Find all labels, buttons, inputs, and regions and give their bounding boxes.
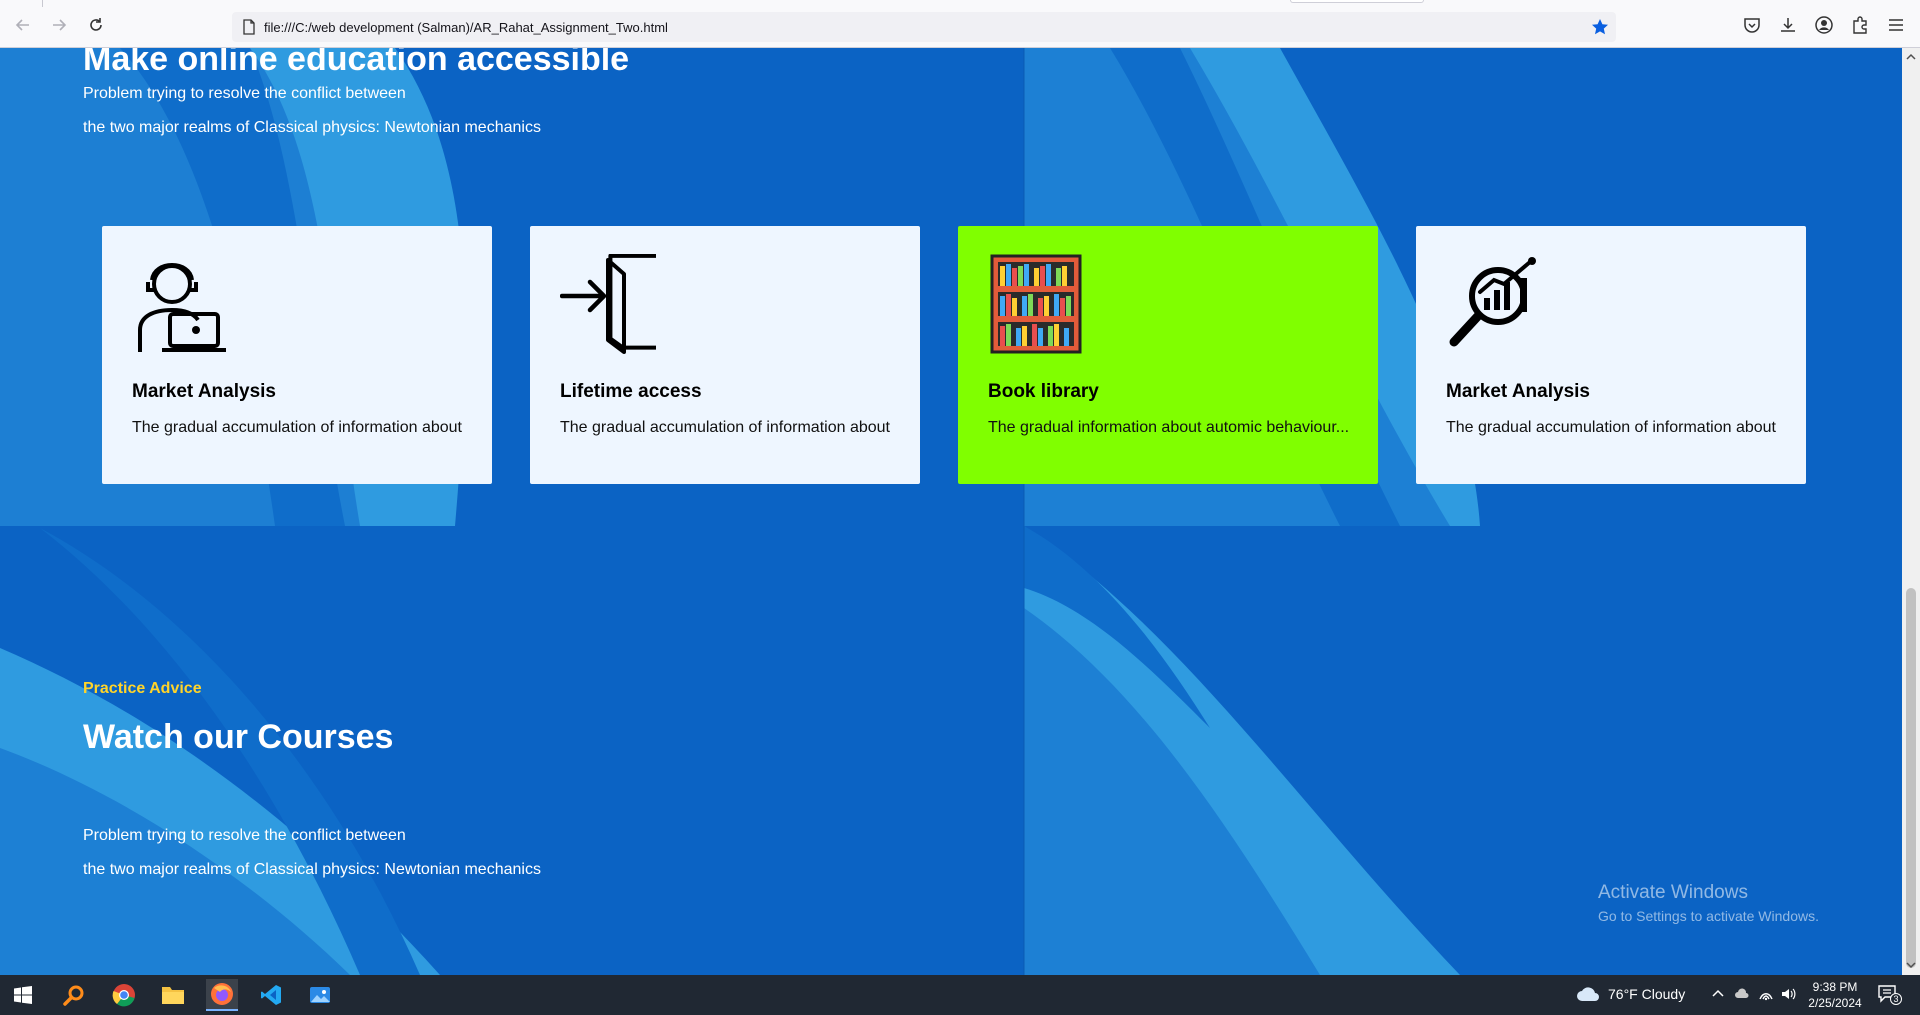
card-title: Book library xyxy=(988,381,1099,402)
windows-taskbar: 76°F Cloudy 9:38 PM 2/25/2024 3 xyxy=(0,975,1920,1015)
back-button[interactable] xyxy=(12,14,34,36)
card-text: The gradual accumulation of information … xyxy=(560,419,890,436)
page-icon xyxy=(243,19,255,35)
weather-widget[interactable]: 76°F Cloudy xyxy=(1608,986,1685,1002)
scroll-down-icon[interactable] xyxy=(1906,960,1916,970)
feature-card-lifetime-access[interactable]: Lifetime access The gradual accumulation… xyxy=(530,226,920,484)
clock-time: 9:38 PM xyxy=(1812,980,1858,994)
browser-toolbar: file:///C:/web development (Salman)/AR_R… xyxy=(0,0,1920,48)
card-title: Market Analysis xyxy=(1446,381,1590,402)
windows-logo-icon xyxy=(14,986,32,1004)
hero-text-line-2: the two major realms of Classical physic… xyxy=(83,119,541,136)
taskbar-photos[interactable] xyxy=(304,979,336,1011)
url-bar[interactable]: file:///C:/web development (Salman)/AR_R… xyxy=(232,12,1616,42)
menu-icon[interactable] xyxy=(1886,15,1906,35)
photos-icon xyxy=(310,987,330,1003)
page-viewport: Make online education accessible Problem… xyxy=(0,48,1902,975)
chevron-up-icon[interactable] xyxy=(1710,986,1726,1002)
taskbar-search[interactable] xyxy=(58,979,90,1011)
reload-button[interactable] xyxy=(85,14,107,36)
section-title: Watch our Courses xyxy=(83,718,394,756)
onedrive-icon[interactable] xyxy=(1734,986,1750,1002)
vertical-scrollbar[interactable] xyxy=(1902,48,1920,975)
courses-text-line-1: Problem trying to resolve the conflict b… xyxy=(83,827,406,844)
scroll-up-icon[interactable] xyxy=(1906,52,1916,62)
download-icon[interactable] xyxy=(1778,15,1798,35)
watermark-subtitle: Go to Settings to activate Windows. xyxy=(1598,908,1819,924)
system-clock[interactable]: 9:38 PM 2/25/2024 xyxy=(1808,979,1862,1011)
hero-title: Make online education accessible xyxy=(83,48,630,78)
door-enter-icon xyxy=(560,254,656,354)
clock-date: 2/25/2024 xyxy=(1808,996,1862,1010)
firefox-icon xyxy=(211,983,233,1005)
account-icon[interactable] xyxy=(1814,15,1834,35)
search-icon xyxy=(63,985,84,1006)
notification-center-button[interactable]: 3 xyxy=(1878,985,1902,1005)
person-laptop-icon xyxy=(138,263,226,352)
taskbar-vscode[interactable] xyxy=(255,979,287,1011)
scrollbar-thumb[interactable] xyxy=(1906,588,1916,968)
browser-tab[interactable] xyxy=(1290,0,1424,3)
vscode-icon xyxy=(261,985,281,1005)
card-text: The gradual accumulation of information … xyxy=(132,419,462,436)
watermark-title: Activate Windows xyxy=(1598,882,1748,903)
tab-divider xyxy=(42,0,43,7)
feature-card-market-analysis[interactable]: Market Analysis The gradual accumulation… xyxy=(102,226,492,484)
forward-button[interactable] xyxy=(48,14,70,36)
wifi-icon[interactable] xyxy=(1758,986,1774,1002)
card-text: The gradual accumulation of information … xyxy=(1446,419,1776,436)
cloud-icon xyxy=(1577,987,1599,1001)
bookmark-star-icon[interactable] xyxy=(1590,17,1610,37)
magnifier-chart-icon xyxy=(1449,257,1536,347)
extensions-icon[interactable] xyxy=(1850,15,1870,35)
card-title: Lifetime access xyxy=(560,381,702,402)
section-kicker: Practice Advice xyxy=(83,680,202,697)
feature-card-market-analysis-2[interactable]: Market Analysis The gradual accumulation… xyxy=(1416,226,1806,484)
volume-icon[interactable] xyxy=(1780,986,1796,1002)
arrow-right-icon xyxy=(53,19,67,31)
reload-icon xyxy=(90,18,102,31)
feature-card-book-library[interactable]: Book library The gradual information abo… xyxy=(958,226,1378,484)
url-text[interactable]: file:///C:/web development (Salman)/AR_R… xyxy=(264,20,668,35)
start-button[interactable] xyxy=(7,979,39,1011)
bookshelf-icon xyxy=(990,254,1082,354)
taskbar-file-explorer[interactable] xyxy=(157,979,189,1011)
pocket-icon[interactable] xyxy=(1742,15,1762,35)
card-title: Market Analysis xyxy=(132,381,276,402)
activate-windows-watermark: Activate Windows Go to Settings to activ… xyxy=(1598,882,1819,924)
card-text: The gradual information about automic be… xyxy=(988,419,1350,436)
folder-icon xyxy=(162,987,184,1004)
notification-count: 3 xyxy=(1890,993,1902,1005)
taskbar-chrome[interactable] xyxy=(108,979,140,1011)
arrow-left-icon xyxy=(15,19,29,31)
courses-text-line-2: the two major realms of Classical physic… xyxy=(83,861,541,878)
chrome-icon xyxy=(112,984,135,1007)
taskbar-firefox[interactable] xyxy=(206,979,238,1011)
hero-text-line-1: Problem trying to resolve the conflict b… xyxy=(83,85,406,102)
